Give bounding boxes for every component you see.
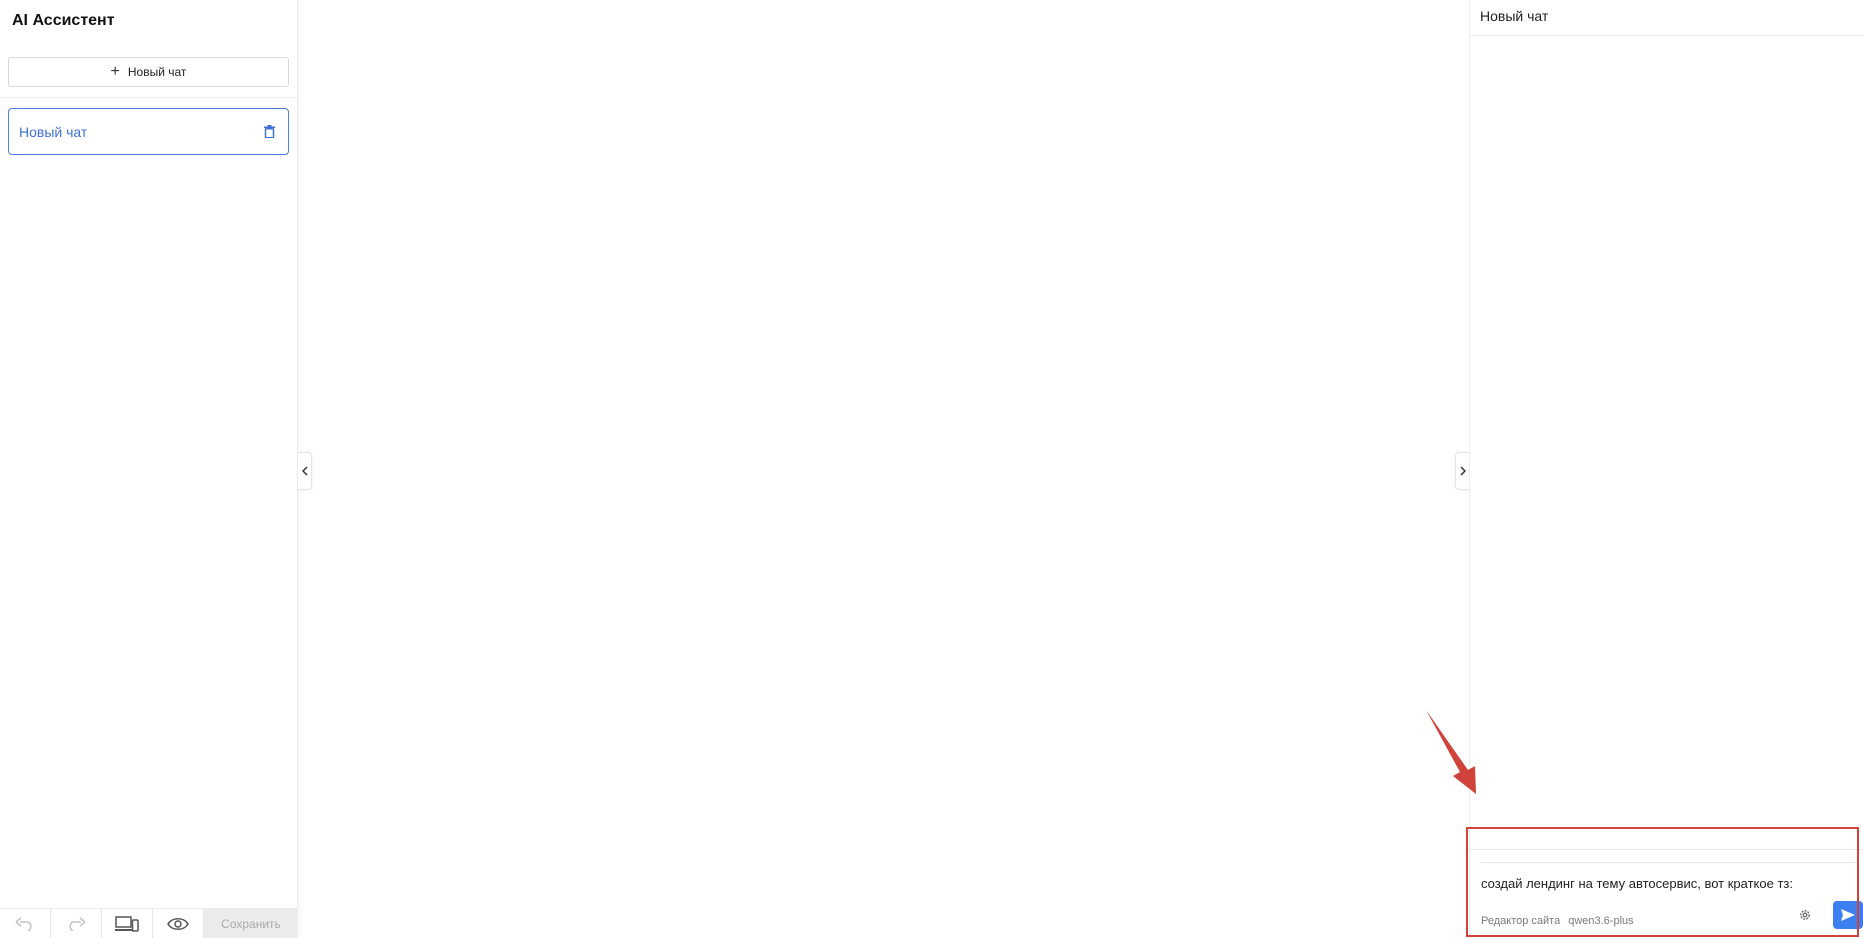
new-chat-button[interactable]: + Новый чат: [8, 57, 289, 87]
undo-button[interactable]: [0, 909, 51, 938]
new-chat-label: Новый чат: [127, 65, 187, 79]
send-button[interactable]: [1833, 901, 1863, 929]
composer-divider: [1470, 849, 1863, 850]
undo-icon: [15, 917, 32, 931]
send-icon: [1841, 909, 1855, 921]
chat-panel: Новый чат Редактор сайта qwen3.6-plus: [1469, 0, 1863, 938]
chat-sidebar: AI Ассистент + Новый чат Новый чат Сохра…: [0, 0, 298, 938]
redo-icon: [69, 917, 86, 931]
plus-icon: +: [110, 63, 120, 80]
save-button[interactable]: Сохранить: [204, 909, 298, 938]
mode-label[interactable]: Редактор сайта: [1481, 915, 1560, 927]
editor-toolbar: Сохранить: [0, 908, 298, 938]
chat-list-item[interactable]: Новый чат: [8, 108, 289, 155]
composer-meta: Редактор сайта qwen3.6-plus: [1481, 915, 1634, 927]
chat-item-label: Новый чат: [19, 123, 88, 140]
trash-icon[interactable]: [262, 125, 276, 139]
collapse-sidebar-toggle[interactable]: [298, 452, 312, 490]
devices-icon: [115, 916, 139, 932]
sidebar-title: AI Ассистент: [12, 12, 115, 29]
message-input[interactable]: [1481, 871, 1859, 895]
devices-button[interactable]: [102, 909, 153, 938]
settings-button[interactable]: [1797, 907, 1813, 923]
gear-icon: [1800, 910, 1810, 920]
preview-button[interactable]: [153, 909, 204, 938]
message-composer: Редактор сайта qwen3.6-plus: [1481, 862, 1863, 934]
app-root: AI Ассистент + Новый чат Новый чат Сохра…: [0, 0, 1863, 938]
model-label[interactable]: qwen3.6-plus: [1568, 915, 1633, 927]
chat-header-title: Новый чат: [1470, 0, 1863, 36]
redo-button[interactable]: [51, 909, 102, 938]
chevron-right-icon: [1459, 466, 1466, 476]
chevron-left-icon: [301, 466, 308, 476]
sidebar-divider: [0, 97, 298, 98]
eye-icon: [167, 918, 189, 930]
collapse-chat-toggle[interactable]: [1455, 452, 1469, 490]
